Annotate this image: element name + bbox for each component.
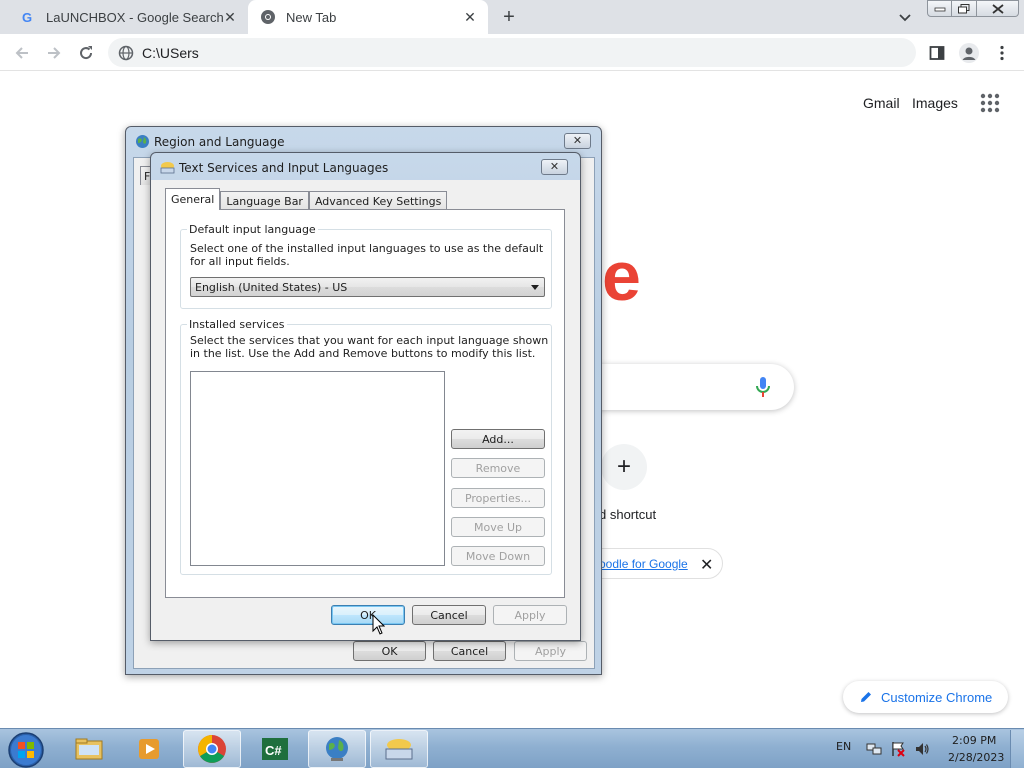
browser-toolbar (0, 34, 1024, 71)
default-language-dropdown[interactable]: English (United States) - US (190, 277, 545, 297)
cancel-button[interactable]: Cancel (412, 605, 486, 625)
taskbar-text-services[interactable] (370, 730, 428, 768)
explorer-icon (75, 738, 103, 760)
customize-label: Customize Chrome (881, 689, 993, 705)
dropdown-arrow-icon (531, 285, 539, 290)
text-services-dialog: Text Services and Input Languages ✕ Gene… (150, 152, 581, 641)
taskbar-explorer[interactable] (60, 730, 118, 768)
restore-icon (958, 3, 970, 13)
close-icon (991, 3, 1004, 14)
new-tab-button[interactable]: + (498, 6, 520, 28)
pencil-icon (861, 692, 871, 702)
taskbar-media-player[interactable] (120, 730, 178, 768)
address-input[interactable] (142, 44, 842, 61)
dialog-title: Text Services and Input Languages (179, 161, 389, 175)
address-bar[interactable] (108, 38, 916, 67)
images-link[interactable]: Images (912, 95, 958, 111)
chrome-icon (198, 735, 226, 763)
chrome-icon (260, 9, 276, 25)
profile-button[interactable] (958, 42, 980, 64)
installed-services-legend: Installed services (187, 318, 287, 331)
window-close-button[interactable] (976, 0, 1019, 17)
ok-button[interactable]: OK (353, 641, 426, 661)
tab-launchbox-search[interactable]: G LaUNCHBOX - Google Search ✕ (8, 0, 248, 34)
installed-services-list[interactable] (190, 371, 445, 566)
restore-button[interactable] (951, 0, 977, 17)
add-button[interactable]: Add... (451, 429, 545, 449)
default-language-description: Select one of the installed input langua… (190, 242, 544, 268)
dialog-client: General Language Bar Advanced Key Settin… (151, 180, 580, 640)
move-down-button[interactable]: Move Down (451, 546, 545, 566)
tab-search-chevron-icon[interactable] (896, 8, 914, 26)
gmail-link[interactable]: Gmail (863, 95, 900, 111)
globe-icon (136, 135, 149, 148)
cancel-button[interactable]: Cancel (433, 641, 506, 661)
language-indicator[interactable]: EN (836, 740, 851, 753)
minimize-icon (934, 7, 945, 11)
installed-services-description: Select the services that you want for ea… (190, 334, 549, 360)
taskbar-chrome[interactable] (183, 730, 241, 768)
tab-general[interactable]: General (165, 188, 221, 210)
taskbar-csharp[interactable]: C# (246, 730, 304, 768)
apply-button[interactable]: Apply (514, 641, 587, 661)
media-player-icon (139, 739, 159, 759)
region-globe-icon (326, 737, 348, 761)
tab-close-icon[interactable]: ✕ (222, 9, 238, 25)
google-apps-icon[interactable] (980, 93, 1000, 113)
google-g-icon: G (20, 9, 36, 25)
taskbar-region-language[interactable] (308, 730, 366, 768)
start-button-icon[interactable] (6, 731, 46, 768)
dialog-tabs: General Language Bar Advanced Key Settin… (165, 188, 448, 210)
customize-chrome-button[interactable]: Customize Chrome (843, 681, 1008, 713)
selected-language: English (United States) - US (195, 280, 348, 294)
ok-button[interactable]: OK (331, 605, 405, 625)
google-logo: e (602, 237, 641, 315)
remove-button[interactable]: Remove (451, 458, 545, 478)
tab-new-tab[interactable]: New Tab ✕ (248, 0, 488, 34)
dialog-close-button[interactable]: ✕ (541, 159, 568, 175)
keyboard-icon (160, 162, 175, 174)
tab-advanced-key-settings[interactable]: Advanced Key Settings (308, 191, 448, 210)
installed-services-group: Installed services Select the services t… (180, 318, 552, 575)
chrome-menu-button[interactable] (991, 42, 1013, 64)
dialog-title: Region and Language (154, 135, 285, 149)
add-shortcut-label: d shortcut (599, 507, 657, 522)
properties-button[interactable]: Properties... (451, 488, 545, 508)
volume-icon[interactable] (914, 741, 930, 757)
svg-text:C#: C# (265, 743, 282, 758)
action-center-flag-icon[interactable] (890, 741, 906, 757)
promo-link[interactable]: oodle for Google (599, 557, 688, 571)
forward-arrow-icon[interactable] (44, 43, 64, 63)
move-up-button[interactable]: Move Up (451, 517, 545, 537)
default-language-legend: Default input language (187, 223, 318, 236)
tab-title: New Tab (286, 9, 337, 25)
tab-strip: G LaUNCHBOX - Google Search ✕ New Tab ✕ … (0, 0, 1024, 34)
promo-close-icon[interactable]: ✕ (700, 555, 713, 575)
default-language-group: Default input language Select one of the… (180, 223, 552, 309)
show-desktop-button[interactable] (1010, 730, 1024, 768)
tab-title: LaUNCHBOX - Google Search (46, 9, 224, 25)
tab-close-icon[interactable]: ✕ (462, 9, 478, 25)
apply-button[interactable]: Apply (493, 605, 567, 625)
reload-icon[interactable] (76, 43, 96, 63)
add-shortcut-button[interactable]: + (601, 444, 647, 490)
side-panel-button[interactable] (926, 42, 948, 64)
kebab-menu-icon (1000, 45, 1004, 61)
general-tab-panel: Default input language Select one of the… (165, 209, 565, 598)
clock-date[interactable]: 2/28/2023 (948, 751, 1004, 764)
mouse-cursor-icon (372, 614, 385, 635)
minimize-button[interactable] (927, 0, 952, 17)
side-panel-icon (929, 46, 945, 60)
tab-language-bar[interactable]: Language Bar (220, 191, 309, 210)
csharp-icon: C# (262, 738, 288, 760)
clock-time[interactable]: 2:09 PM (952, 734, 996, 747)
svg-text:G: G (22, 10, 32, 24)
keyboard-icon (385, 739, 413, 760)
dialog-close-button[interactable]: ✕ (564, 133, 591, 149)
back-arrow-icon[interactable] (12, 43, 32, 63)
network-icon[interactable] (866, 741, 882, 757)
microphone-icon[interactable] (754, 376, 772, 398)
avatar-icon (959, 43, 979, 63)
globe-icon (118, 45, 134, 60)
